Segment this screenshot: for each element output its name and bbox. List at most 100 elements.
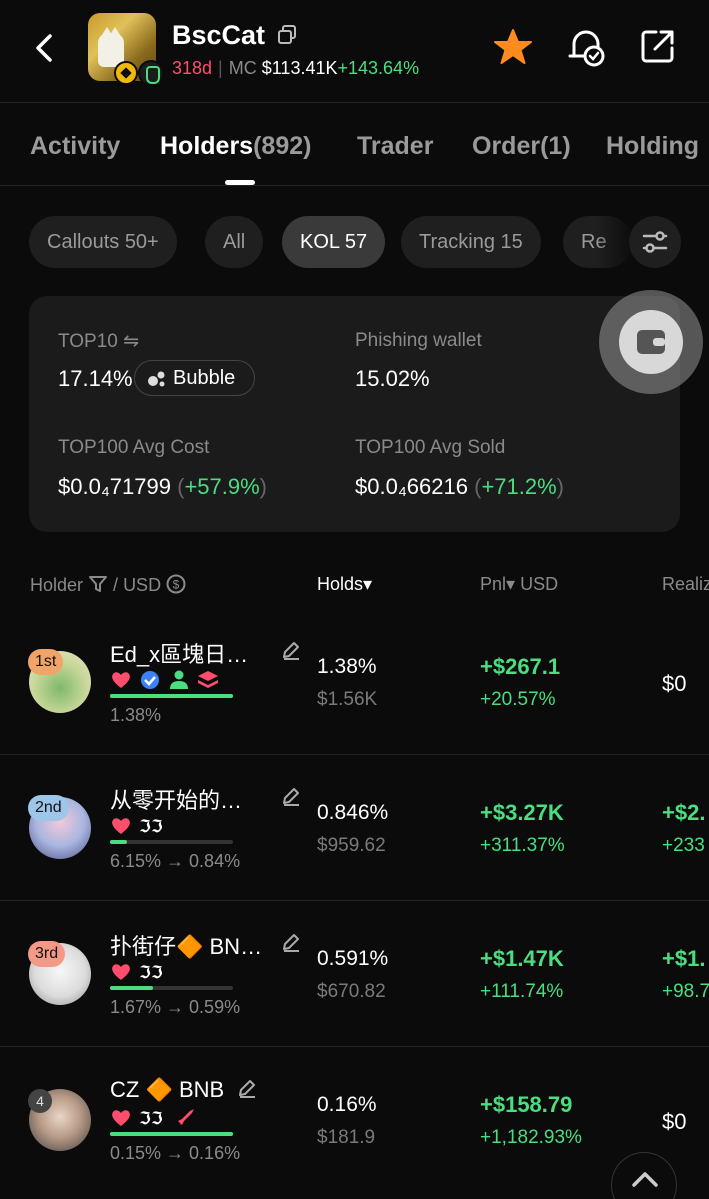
pnl-usd: +$158.79	[480, 1092, 573, 1117]
edit-icon[interactable]	[237, 1078, 257, 1098]
edit-icon[interactable]	[281, 786, 301, 806]
holding-bar	[110, 694, 233, 698]
chip-callouts[interactable]: Callouts 50+	[29, 216, 177, 268]
chip-tracking[interactable]: Tracking 15	[401, 216, 541, 268]
filter-icon[interactable]	[88, 575, 108, 593]
edit-icon[interactable]	[281, 640, 301, 660]
rank-badge: 4	[28, 1089, 52, 1113]
rocket-icon	[178, 1109, 194, 1125]
holder-name[interactable]: 从零开始的…	[110, 783, 242, 815]
holder-tags	[110, 669, 240, 691]
chevron-up-icon	[632, 1172, 658, 1187]
wallet-floating-button[interactable]	[599, 290, 703, 394]
edit-icon[interactable]	[281, 932, 301, 952]
holds-pct: 1.38%	[317, 655, 377, 678]
mc-value: $113.41K	[261, 58, 338, 78]
rank-badge: 1st	[28, 649, 64, 675]
active-tab-indicator	[225, 180, 255, 185]
holder-row[interactable]: 3rd 扑街仔🔶 BN… ℑℑ 1.67% → 0.59% 0.591% $67…	[0, 901, 709, 1047]
phishing-value: 15.02%	[355, 366, 430, 391]
copy-icon[interactable]	[277, 25, 297, 45]
bubble-button[interactable]: Bubble	[134, 360, 255, 396]
token-subline: 318d | MC $113.41K+143.64%	[172, 58, 420, 78]
alert-check-icon[interactable]	[566, 26, 606, 68]
tab-holders[interactable]: Holders(892)	[160, 132, 311, 161]
holder-pct-line: 1.67% → 0.59%	[110, 997, 241, 1017]
sort-down-icon: ▾	[363, 574, 373, 594]
tab-order[interactable]: Order(1)	[472, 132, 571, 161]
holds-pct: 0.16%	[317, 1093, 377, 1116]
x-twitter-icon: ℑℑ	[139, 963, 163, 983]
scroll-to-top-button[interactable]	[611, 1152, 677, 1199]
holders-count: (892)	[253, 132, 312, 160]
holder-pct-line: 1.38%	[110, 705, 162, 725]
pnl-pct: +111.74%	[480, 981, 564, 1002]
realized-value: $0	[662, 1109, 687, 1134]
rank-badge: 2nd	[28, 795, 69, 821]
sort-down-icon: ▾	[506, 574, 516, 594]
pnl-column-header[interactable]: Pnl▾ USD	[480, 574, 558, 595]
heart-icon	[112, 672, 130, 688]
holder-row[interactable]: 4 CZ 🔶 BNB ℑℑ 0.15% → 0.16% 0.16% $181.9…	[0, 1047, 709, 1193]
token-name: BscCat	[172, 20, 266, 50]
holds-column-header[interactable]: Holds▾	[317, 574, 372, 595]
chip-kol[interactable]: KOL 57	[282, 216, 386, 268]
header: BscCat 318d | MC $113.41K+143.64%	[0, 0, 709, 103]
back-arrow-icon[interactable]	[28, 28, 62, 68]
bubble-label: Bubble	[173, 367, 236, 389]
holder-name[interactable]: 扑街仔🔶 BN…	[110, 929, 262, 961]
bnb-chain-icon	[114, 61, 138, 85]
mc-change: +143.64%	[337, 58, 420, 78]
pnl-pct: +311.37%	[480, 835, 565, 856]
wallet-icon	[637, 330, 665, 354]
realized-pct: +233	[662, 835, 705, 856]
dollar-toggle-icon[interactable]: $	[166, 574, 186, 594]
holder-name[interactable]: Ed_x區塊日…	[110, 637, 248, 669]
pnl-pct: +20.57%	[480, 689, 556, 710]
tab-bar: Activity Holders(892) Trader Order(1) Ho…	[0, 104, 709, 186]
realized-value: +$1.	[662, 946, 706, 971]
holder-tags: ℑℑ	[110, 961, 170, 983]
holding-bar	[110, 840, 233, 844]
pnl-usd: +$3.27K	[480, 800, 564, 825]
filter-settings-button[interactable]	[629, 216, 681, 268]
user-icon	[174, 670, 184, 680]
x-twitter-icon: ℑℑ	[139, 817, 163, 837]
heart-icon	[112, 818, 130, 834]
tab-activity[interactable]: Activity	[30, 132, 120, 161]
verified-icon	[141, 671, 159, 689]
rank-badge: 3rd	[28, 941, 66, 967]
phishing-label: Phishing wallet	[355, 330, 482, 351]
pnl-usd: +$267.1	[480, 654, 561, 679]
holds-pct: 0.591%	[317, 947, 389, 970]
holder-column-header[interactable]: Holder / USD $	[30, 574, 186, 596]
heart-icon	[112, 1110, 130, 1126]
realized-value: +$2.	[662, 800, 706, 825]
swap-icon[interactable]: ⇋	[123, 331, 139, 352]
chip-all[interactable]: All	[205, 216, 264, 268]
holds-usd: $1.56K	[317, 689, 378, 710]
holds-usd: $670.82	[317, 981, 386, 1002]
holder-row[interactable]: 1st Ed_x區塊日… 1.38% 1.38% $1.56K +$267.1 …	[0, 609, 709, 755]
hand-icon	[138, 60, 164, 86]
holding-bar-fill	[110, 986, 154, 990]
star-icon[interactable]	[494, 28, 532, 66]
holding-bar	[110, 986, 233, 990]
order-count: (1)	[540, 132, 571, 160]
tab-holding[interactable]: Holding	[606, 132, 699, 161]
heart-icon	[112, 964, 130, 980]
mc-label: MC	[228, 58, 257, 78]
holder-tags: ℑℑ	[110, 815, 170, 837]
share-icon[interactable]	[640, 28, 676, 64]
realized-column-header[interactable]: Realiz	[662, 574, 709, 595]
holding-bar-fill	[110, 1132, 233, 1136]
top10-label: TOP10 ⇋	[58, 331, 140, 352]
realized-value: $0	[662, 671, 687, 696]
holder-row[interactable]: 2nd 从零开始的… ℑℑ 6.15% → 0.84% 0.846% $959.…	[0, 755, 709, 901]
avg-cost-label: TOP100 Avg Cost	[58, 437, 210, 458]
holder-tags: ℑℑ	[110, 1107, 200, 1129]
holder-name[interactable]: CZ 🔶 BNB	[110, 1077, 224, 1103]
layers-icon	[198, 671, 218, 681]
tab-trader[interactable]: Trader	[357, 132, 433, 161]
holder-pct-line: 6.15% → 0.84%	[110, 851, 241, 871]
